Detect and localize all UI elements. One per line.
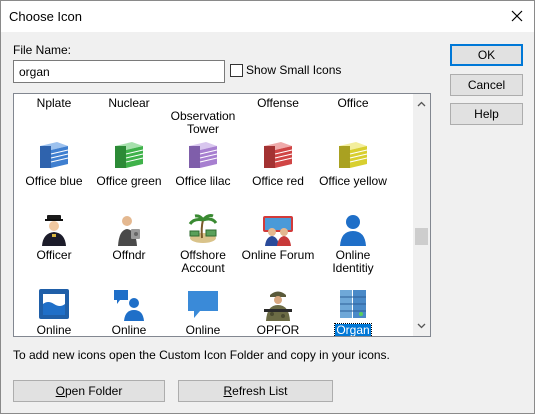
- choose-icon-dialog: Choose Icon File Name: Show Small Icons …: [0, 0, 535, 414]
- police-officer-icon: [42, 215, 66, 246]
- list-item[interactable]: Office blue: [14, 138, 94, 188]
- icon-label: Office yellow: [319, 174, 387, 188]
- server-rack-yellow-icon: [339, 142, 368, 168]
- show-small-icons-checkbox[interactable]: [230, 63, 243, 77]
- list-item[interactable]: Office: [313, 97, 393, 110]
- list-item[interactable]: Office green: [89, 138, 169, 188]
- icon-label: Office lilac: [175, 174, 231, 188]
- list-item[interactable]: Online Forum: [238, 212, 318, 262]
- icon-label: Offndr: [112, 248, 146, 262]
- scroll-down-arrow-icon[interactable]: [417, 321, 426, 330]
- refresh-accel: R: [223, 384, 233, 398]
- icon-label: Online: [36, 323, 72, 337]
- icon-label: Online Posting: [185, 323, 221, 337]
- open-folder-accel: O: [55, 384, 65, 398]
- list-item[interactable]: Nplate: [14, 97, 94, 110]
- icon-label: Organ: [334, 323, 372, 337]
- close-icon: [511, 10, 523, 22]
- refresh-list-label: efresh List: [232, 384, 288, 398]
- organ-server-icon: [340, 290, 366, 318]
- list-item[interactable]: Office yellow: [313, 138, 393, 188]
- server-rack-green-icon: [115, 142, 144, 168]
- show-small-icons-option[interactable]: Show Small Icons: [230, 63, 341, 77]
- open-folder-button[interactable]: Open Folder: [13, 380, 165, 402]
- speech-bubble-icon: [188, 291, 218, 318]
- icon-label: Office blue: [25, 174, 83, 188]
- online-forum-icon: [263, 216, 293, 246]
- ok-button-label: OK: [477, 48, 496, 62]
- server-rack-blue-icon: [40, 142, 69, 168]
- list-item[interactable]: Online: [14, 287, 94, 337]
- soldier-icon: [264, 291, 292, 321]
- icon-label: OPFOR: [256, 323, 300, 337]
- offshore-account-icon: [188, 214, 218, 243]
- icon-label: Observation Tower: [170, 109, 236, 136]
- list-item[interactable]: Offshore Account: [163, 212, 243, 275]
- help-button[interactable]: Help: [450, 103, 523, 125]
- list-item[interactable]: OPFOR: [238, 287, 318, 337]
- list-item[interactable]: Organ: [313, 287, 393, 337]
- ok-button[interactable]: OK: [450, 44, 523, 66]
- list-item[interactable]: Online Posting: [163, 287, 243, 337]
- icon-label: Online Forum: [241, 248, 315, 262]
- list-item[interactable]: Offndr: [89, 212, 169, 262]
- cancel-button-label: Cancel: [467, 78, 506, 92]
- online-user-chat-icon: [114, 290, 144, 321]
- server-rack-red-icon: [264, 142, 293, 168]
- file-name-input[interactable]: [13, 60, 225, 83]
- cancel-button[interactable]: Cancel: [450, 74, 523, 96]
- icon-label: Office: [337, 96, 369, 110]
- icon-list[interactable]: Nplate Nuclear Observation Tower Offense…: [13, 93, 431, 337]
- scrollbar-thumb[interactable]: [415, 228, 428, 245]
- offender-icon: [118, 216, 140, 246]
- show-small-icons-label: Show Small Icons: [246, 63, 342, 77]
- icon-label: Online Identitiy: [332, 248, 374, 275]
- list-item[interactable]: Online: [89, 287, 169, 337]
- vertical-scrollbar[interactable]: [413, 94, 430, 336]
- icon-label: Office green: [96, 174, 162, 188]
- server-rack-lilac-icon: [189, 142, 218, 168]
- close-button[interactable]: [500, 1, 534, 31]
- list-item[interactable]: Observation Tower: [163, 97, 243, 136]
- list-item[interactable]: Offense: [238, 97, 318, 110]
- scroll-up-arrow-icon[interactable]: [417, 100, 426, 109]
- list-item[interactable]: Officer: [14, 212, 94, 262]
- icon-label: Office red: [252, 174, 304, 188]
- icon-label: Offshore Account: [180, 248, 226, 275]
- list-item[interactable]: Online Identitiy: [313, 212, 393, 275]
- icon-label: Officer: [36, 248, 72, 262]
- icon-label: Offense: [257, 96, 299, 110]
- list-item[interactable]: Office lilac: [163, 138, 243, 188]
- refresh-list-button[interactable]: Refresh List: [178, 380, 333, 402]
- icon-label: Nplate: [36, 96, 72, 110]
- online-window-icon: [39, 289, 69, 319]
- icon-label: Nuclear: [108, 96, 150, 110]
- online-identity-icon: [340, 215, 366, 246]
- open-folder-label: pen Folder: [64, 384, 123, 398]
- list-item[interactable]: Office red: [238, 138, 318, 188]
- title-bar: Choose Icon: [1, 1, 534, 32]
- file-name-label: File Name:: [13, 43, 72, 57]
- window-title: Choose Icon: [9, 9, 82, 24]
- help-button-label: Help: [474, 107, 499, 121]
- icon-label: Online: [111, 323, 147, 337]
- hint-text: To add new icons open the Custom Icon Fo…: [13, 348, 390, 362]
- list-item[interactable]: Nuclear: [89, 97, 169, 110]
